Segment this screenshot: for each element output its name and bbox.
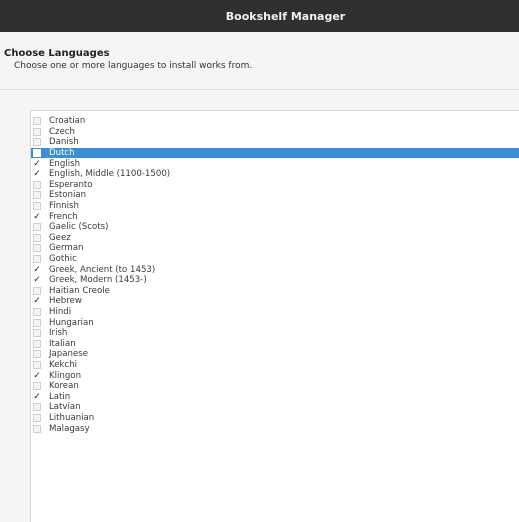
checkmark-icon[interactable]: ✓	[33, 212, 41, 221]
language-label: German	[49, 243, 84, 254]
language-row[interactable]: Haitian Creole	[31, 286, 519, 297]
language-row[interactable]: Kekchi	[31, 360, 519, 371]
checkbox-icon[interactable]	[33, 403, 41, 412]
language-row[interactable]: Finnish	[31, 201, 519, 212]
language-row[interactable]: Hungarian	[31, 317, 519, 328]
language-row[interactable]: Gothic	[31, 254, 519, 265]
language-row[interactable]: Esperanto	[31, 180, 519, 191]
language-label: Korean	[49, 381, 79, 392]
language-label: Klingon	[49, 370, 82, 381]
language-label: Latin	[49, 391, 71, 402]
language-label: French	[49, 211, 78, 222]
bookshelf-manager-window: Bookshelf Manager Choose Languages Choos…	[0, 0, 519, 522]
checkmark-icon[interactable]: ✓	[33, 159, 41, 168]
page-subtitle: Choose one or more languages to install …	[14, 61, 253, 71]
checkmark-icon[interactable]: ✓	[33, 276, 41, 285]
checkmark-icon[interactable]: ✓	[33, 170, 41, 179]
checkbox-icon[interactable]	[33, 223, 41, 232]
language-label: Danish	[49, 137, 79, 148]
page-title: Choose Languages	[4, 48, 110, 59]
checkmark-icon[interactable]: ✓	[33, 371, 41, 380]
language-row[interactable]: Czech	[31, 127, 519, 138]
language-label: Greek, Ancient (to 1453)	[49, 264, 156, 275]
language-row[interactable]: German	[31, 243, 519, 254]
language-row[interactable]: ✓ Greek, Modern (1453-)	[31, 275, 519, 286]
language-row[interactable]: ✓ Hebrew	[31, 296, 519, 307]
language-row[interactable]: ✓ Klingon	[31, 370, 519, 381]
language-row[interactable]: Hindi	[31, 307, 519, 318]
checkmark-icon[interactable]: ✓	[33, 265, 41, 274]
checkbox-icon[interactable]	[33, 318, 41, 327]
language-row[interactable]: Gaelic (Scots)	[31, 222, 519, 233]
language-label: Lithuanian	[49, 412, 95, 423]
language-label: Irish	[49, 328, 68, 339]
language-label: Gaelic (Scots)	[49, 222, 109, 233]
language-label: Croatian	[49, 116, 86, 127]
language-label: Geez	[49, 232, 71, 243]
language-row[interactable]: Italian	[31, 338, 519, 349]
checkmark-icon[interactable]: ✓	[33, 297, 41, 306]
language-row[interactable]: Estonian	[31, 190, 519, 201]
language-label: Hebrew	[49, 296, 82, 307]
language-row[interactable]: ✓ French	[31, 211, 519, 222]
checkbox-icon[interactable]	[33, 424, 41, 433]
language-row[interactable]: Dutch	[31, 147, 519, 159]
checkbox-icon[interactable]	[33, 233, 41, 242]
checkbox-icon[interactable]	[33, 329, 41, 338]
language-label: Greek, Modern (1453-)	[49, 275, 147, 286]
language-row[interactable]: Malagasy	[31, 423, 519, 434]
language-row[interactable]: Danish	[31, 137, 519, 148]
checkbox-icon[interactable]	[33, 244, 41, 253]
language-label: Estonian	[49, 190, 87, 201]
language-label: Dutch	[49, 148, 75, 159]
language-row[interactable]: Lithuanian	[31, 413, 519, 424]
language-label: Finnish	[49, 201, 79, 212]
checkbox-icon[interactable]	[33, 180, 41, 189]
language-row[interactable]: ✓ English	[31, 158, 519, 169]
checkbox-icon[interactable]	[33, 202, 41, 211]
checkbox-icon[interactable]	[33, 255, 41, 264]
window-title: Bookshelf Manager	[225, 9, 346, 23]
language-label: Kekchi	[49, 359, 78, 370]
checkbox-icon[interactable]	[33, 413, 41, 422]
language-row[interactable]: ✓ English, Middle (1100-1500)	[31, 169, 519, 180]
checkbox-icon[interactable]	[33, 360, 41, 369]
language-label: Malagasy	[49, 423, 90, 434]
checkbox-icon[interactable]	[33, 339, 41, 348]
header-area: Choose Languages Choose one or more lang…	[0, 32, 519, 90]
language-row[interactable]: Irish	[31, 328, 519, 339]
language-row[interactable]: Latvian	[31, 402, 519, 413]
language-label: Japanese	[49, 349, 89, 360]
language-row[interactable]: Japanese	[31, 349, 519, 360]
checkbox-icon[interactable]	[33, 127, 41, 136]
language-list[interactable]: Croatian Czech Danish Dutch ✓ English ✓ English…	[30, 110, 519, 522]
checkbox-icon[interactable]	[33, 307, 41, 316]
language-row[interactable]: Geez	[31, 233, 519, 244]
window-titlebar[interactable]: Bookshelf Manager	[0, 0, 519, 32]
checkmark-icon[interactable]: ✓	[33, 392, 41, 401]
language-row[interactable]: ✓ Greek, Ancient (to 1453)	[31, 264, 519, 275]
checkbox-icon[interactable]	[33, 117, 41, 126]
checkbox-icon[interactable]	[33, 191, 41, 200]
language-row[interactable]: Croatian	[31, 116, 519, 127]
language-label: Esperanto	[49, 179, 93, 190]
checkbox-icon[interactable]	[33, 149, 41, 158]
language-label: Latvian	[49, 402, 81, 413]
language-label: English	[49, 158, 81, 169]
checkbox-icon[interactable]	[33, 138, 41, 147]
language-label: Hindi	[49, 306, 72, 317]
language-label: Gothic	[49, 254, 77, 265]
language-label: English, Middle (1100-1500)	[49, 169, 171, 180]
checkbox-icon[interactable]	[33, 382, 41, 391]
language-label: Haitian Creole	[49, 285, 110, 296]
language-label: Hungarian	[49, 317, 94, 328]
language-row[interactable]: ✓ Latin	[31, 391, 519, 402]
checkbox-icon[interactable]	[33, 350, 41, 359]
language-label: Italian	[49, 338, 76, 349]
language-label: Czech	[49, 126, 75, 137]
checkbox-icon[interactable]	[33, 286, 41, 295]
language-row[interactable]: Korean	[31, 381, 519, 392]
